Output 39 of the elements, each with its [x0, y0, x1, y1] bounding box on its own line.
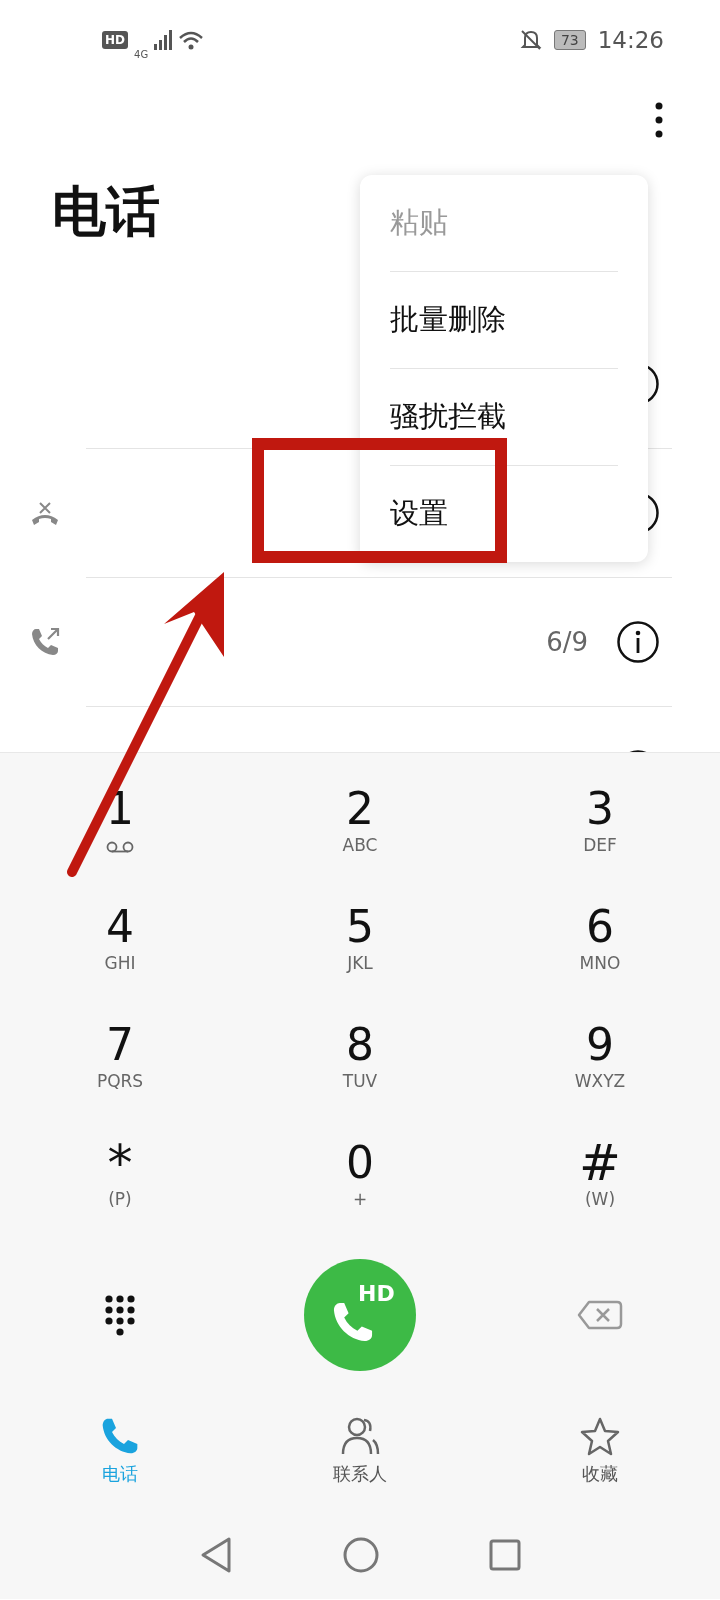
dial-key[interactable]: 7 PQRS: [0, 1019, 240, 1137]
voicemail-icon: [106, 841, 134, 853]
dial-key[interactable]: # (W): [480, 1137, 720, 1255]
dial-key[interactable]: 0 +: [240, 1137, 480, 1255]
recents-icon[interactable]: [489, 1539, 521, 1571]
battery-level: 73: [553, 30, 586, 50]
bell-off-icon: [519, 29, 542, 51]
dial-key[interactable]: 2 ABC: [240, 783, 480, 901]
more-icon[interactable]: [654, 102, 664, 138]
clock: 14:26: [597, 27, 664, 53]
backspace-icon[interactable]: [577, 1300, 623, 1330]
nav-tab[interactable]: 联系人: [240, 1391, 480, 1511]
outgoing-call-icon: [30, 627, 60, 657]
menu-item[interactable]: 批量删除: [390, 272, 618, 369]
page-title: 电话: [52, 179, 160, 245]
dial-key[interactable]: 5 JKL: [240, 901, 480, 1019]
dial-key[interactable]: 3 DEF: [480, 783, 720, 901]
menu-item[interactable]: 骚扰拦截: [390, 369, 618, 466]
phone-icon: [100, 1416, 140, 1456]
dialpad-icon[interactable]: [105, 1294, 135, 1336]
hd-badge: HD: [102, 31, 128, 49]
home-icon[interactable]: [343, 1537, 379, 1573]
dial-key[interactable]: 4 GHI: [0, 901, 240, 1019]
contacts-icon: [340, 1416, 380, 1456]
phone-icon: [331, 1300, 375, 1344]
dial-key[interactable]: 6 MNO: [480, 901, 720, 1019]
missed-call-icon: [30, 500, 60, 526]
dial-key[interactable]: 9 WXYZ: [480, 1019, 720, 1137]
network-label: 4G: [134, 48, 149, 60]
call-count: 6/9: [546, 627, 588, 657]
menu-item[interactable]: 设置: [390, 466, 618, 562]
star-icon: [580, 1416, 620, 1456]
dial-key[interactable]: * (P): [0, 1137, 240, 1255]
nav-tab[interactable]: 收藏: [480, 1391, 720, 1511]
dial-key[interactable]: 8 TUV: [240, 1019, 480, 1137]
signal-icon: [154, 30, 173, 50]
back-icon[interactable]: [199, 1536, 233, 1574]
wifi-icon: [178, 30, 205, 50]
info-icon[interactable]: [616, 620, 660, 664]
